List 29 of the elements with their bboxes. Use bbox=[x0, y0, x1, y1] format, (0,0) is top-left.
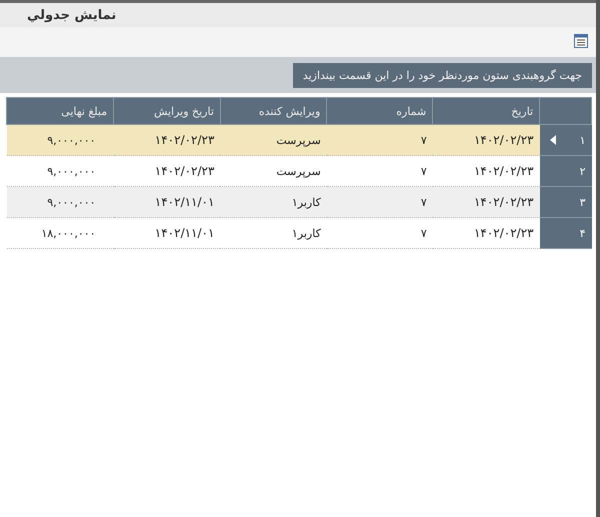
header-cell bbox=[540, 98, 592, 124]
table-cell: کاربر۱ bbox=[220, 186, 327, 218]
table-cell: ۱۴۰۲/۰۲/۲۳ bbox=[114, 124, 220, 156]
table-cell: ۱۴۰۲/۰۲/۲۳ bbox=[432, 124, 540, 156]
column-header[interactable]: مبلغ نهایی bbox=[6, 98, 114, 124]
table-cell: ۱۴۰۲/۱۱/۰۱ bbox=[114, 186, 220, 218]
row-indicator[interactable]: ۳ bbox=[540, 186, 592, 218]
row-indicator[interactable]: ۱ bbox=[540, 124, 592, 156]
list-icon[interactable] bbox=[574, 34, 588, 48]
group-hint: جهت گروهبندی ستون موردنظر خود را در این قسمت بیندازید bbox=[292, 62, 592, 88]
row-indicator[interactable]: ۲ bbox=[540, 156, 592, 186]
table-cell: ۱۴۰۲/۰۲/۲۳ bbox=[432, 186, 540, 218]
table-cell: ۷ bbox=[326, 124, 433, 156]
table-cell: ۱۸,۰۰۰,۰۰۰ bbox=[6, 218, 114, 248]
column-header[interactable]: ویرایش کننده bbox=[220, 98, 327, 124]
table-cell: سرپرست bbox=[220, 124, 327, 156]
table-cell: ۱۴۰۲/۱۱/۰۱ bbox=[114, 218, 220, 248]
row-indicator[interactable]: ۴ bbox=[540, 218, 592, 248]
column-header[interactable]: شماره bbox=[326, 98, 433, 124]
column-header[interactable]: تاریخ ویرایش bbox=[114, 98, 220, 124]
column-header[interactable]: تاریخ bbox=[432, 98, 540, 124]
table-cell: ۹,۰۰۰,۰۰۰ bbox=[6, 186, 114, 218]
window-title: نمایش جدولي bbox=[27, 8, 116, 22]
table-cell: ۹,۰۰۰,۰۰۰ bbox=[6, 124, 114, 156]
arrow-icon bbox=[550, 135, 556, 145]
table-cell: ۷ bbox=[326, 186, 433, 218]
table-cell: ۱۴۰۲/۰۲/۲۳ bbox=[432, 218, 540, 248]
table-cell: کاربر۱ bbox=[220, 218, 327, 248]
table-cell: ۷ bbox=[326, 218, 433, 248]
